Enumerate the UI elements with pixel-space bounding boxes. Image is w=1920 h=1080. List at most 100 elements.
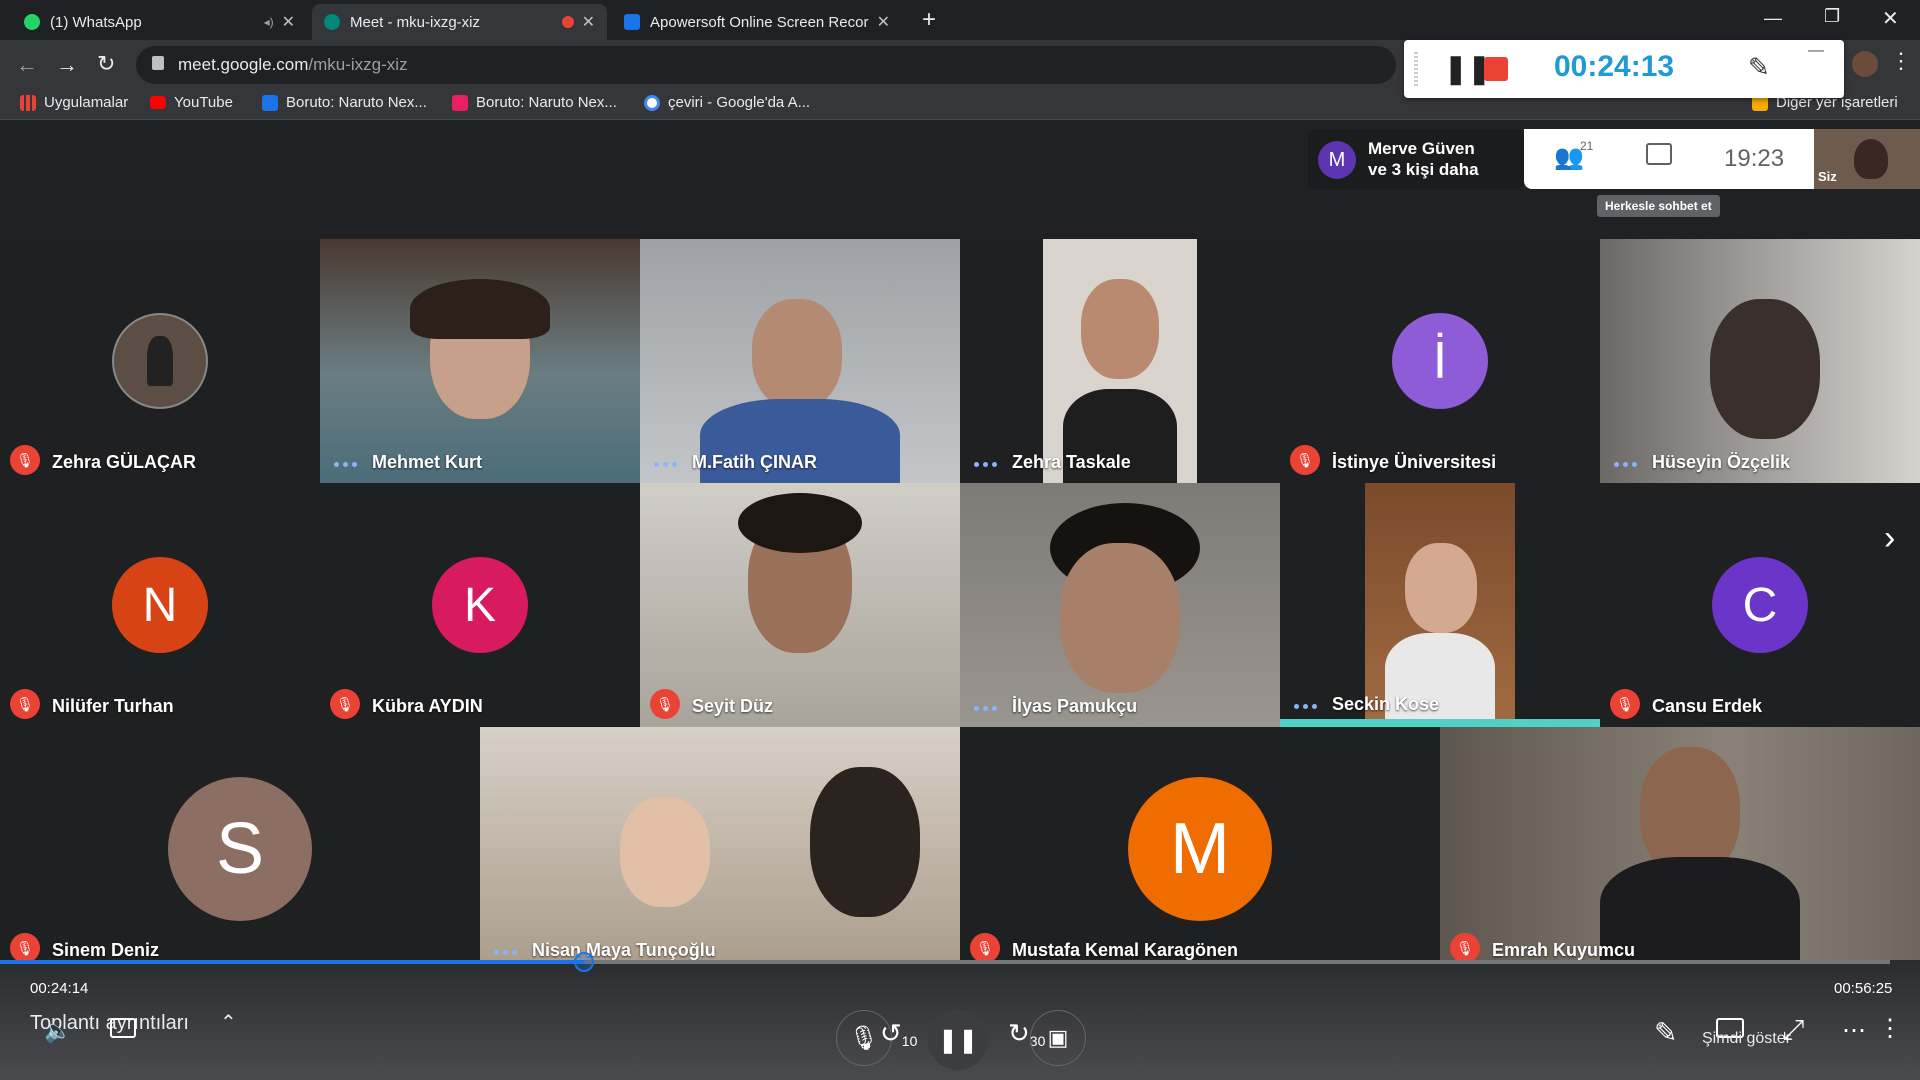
presenter-name: Merve Güven — [1368, 139, 1475, 158]
close-icon[interactable]: ✕ — [877, 12, 890, 32]
participant-tile[interactable]: N 🎙 Nilüfer Turhan — [0, 483, 320, 727]
minimize-recorder-icon[interactable]: — — [1808, 42, 1824, 60]
bookmark-boruto-1[interactable]: Boruto: Naruto Nex... — [262, 94, 427, 111]
participant-tile[interactable]: İ 🎙 İstinye Üniversitesi — [1280, 239, 1600, 483]
audio-dots-icon — [334, 462, 357, 467]
video-person — [1405, 543, 1477, 633]
participant-name: Cansu Erdek — [1652, 696, 1763, 716]
participant-tile[interactable]: Seckin Kose — [1280, 483, 1600, 727]
participant-tile[interactable]: Mehmet Kurt — [320, 239, 640, 483]
participant-tile[interactable]: S 🎙 Sinem Deniz — [0, 727, 480, 971]
initial-avatar: İ — [1392, 313, 1488, 409]
forward-icon[interactable]: → — [56, 52, 78, 78]
tab-meet[interactable]: Meet - mku-ixzg-xiz ✕ — [312, 4, 607, 40]
pen-icon[interactable]: ✎ — [1748, 52, 1770, 83]
audio-dots-icon — [1614, 462, 1637, 467]
reload-icon[interactable]: ↻ — [97, 51, 115, 77]
next-page-chevron-icon[interactable]: › — [1884, 519, 1895, 558]
self-view[interactable]: Siz — [1814, 129, 1920, 189]
participant-tile[interactable]: 🎙 Zehra GÜLAÇAR — [0, 239, 320, 483]
participant-tile[interactable]: M.Fatih ÇINAR — [640, 239, 960, 483]
profile-avatar[interactable] — [1852, 51, 1878, 77]
mic-off-icon: 🎙 — [10, 933, 40, 963]
apps-grid-icon — [20, 94, 36, 111]
bookmark-youtube[interactable]: YouTube — [150, 94, 233, 111]
whatsapp-icon — [24, 14, 40, 30]
self-label: Siz — [1818, 169, 1837, 184]
mic-off-icon: 🎙 — [10, 689, 40, 719]
address-domain: meet.google.com — [178, 55, 309, 74]
participant-name: Sinem Deniz — [52, 940, 160, 960]
tab-apowersoft[interactable]: Apowersoft Online Screen Recor ✕ — [612, 4, 902, 40]
video-person — [1060, 543, 1180, 693]
tab-whatsapp[interactable]: (1) WhatsApp ◂) ✕ — [12, 4, 307, 40]
overflow-menu-icon[interactable]: ⋮ — [1878, 1014, 1902, 1043]
close-icon[interactable]: ✕ — [282, 12, 295, 32]
meet-icon — [324, 14, 340, 30]
pause-button[interactable]: ❚❚ — [928, 1010, 988, 1070]
fullscreen-icon[interactable]: ⤢ — [1782, 1014, 1804, 1047]
new-tab-icon[interactable]: + — [922, 6, 936, 34]
more-options-icon[interactable]: ⋯ — [1842, 1016, 1866, 1045]
browser-menu-icon[interactable]: ⋮ — [1890, 48, 1912, 74]
video-person — [1710, 299, 1820, 439]
participant-tile[interactable]: 🎙 Seyit Düz — [640, 483, 960, 727]
participant-tile[interactable]: K 🎙 Kübra AYDIN — [320, 483, 640, 727]
minimize-window-icon[interactable]: — — [1764, 8, 1782, 29]
participant-name: Emrah Kuyumcu — [1492, 940, 1636, 960]
back-icon[interactable]: ← — [16, 52, 38, 78]
drag-handle-icon[interactable] — [1414, 52, 1418, 86]
pencil-icon[interactable]: ✎ — [1654, 1016, 1677, 1049]
bookmark-ceviri[interactable]: çeviri - Google'da A... — [644, 94, 810, 111]
shield-icon — [262, 94, 278, 111]
mic-off-icon: 🎙 — [1450, 933, 1480, 963]
present-now-label[interactable]: Şimdi göster — [1702, 1030, 1791, 1048]
participant-tile[interactable]: Nisan Maya Tunçoğlu — [480, 727, 960, 971]
initial-avatar: K — [432, 557, 528, 653]
participant-name: Hüseyin Özçelik — [1652, 452, 1791, 472]
participant-name: Zehra GÜLAÇAR — [52, 452, 197, 472]
recording-timer: 00:24:13 — [1554, 50, 1675, 83]
stop-recording-icon[interactable] — [1484, 57, 1508, 81]
mic-off-icon: 🎙 — [1610, 689, 1640, 719]
video-person-2 — [810, 767, 920, 917]
mic-off-icon: 🎙 — [10, 445, 40, 475]
video-frame — [1043, 239, 1197, 483]
tab-title: Meet - mku-ixzg-xiz — [350, 13, 481, 31]
participant-tile[interactable]: M 🎙 Mustafa Kemal Karagönen — [960, 727, 1440, 971]
recording-dot-icon — [561, 16, 574, 28]
chat-tooltip: Herkesle sohbet et — [1597, 195, 1720, 217]
restore-window-icon[interactable]: ❐ — [1824, 6, 1840, 27]
youtube-icon — [150, 96, 166, 109]
participant-tile[interactable]: Hüseyin Özçelik — [1600, 239, 1920, 483]
participant-tile[interactable]: C 🎙 Cansu Erdek › — [1600, 483, 1920, 727]
skip-back-icon[interactable]: ↺ 10 — [880, 1018, 917, 1049]
chevron-up-icon[interactable]: ⌃ — [220, 1010, 237, 1035]
bookmark-apps[interactable]: Uygulamalar — [20, 94, 128, 111]
participant-tile[interactable]: 🎙 Emrah Kuyumcu — [1440, 727, 1920, 971]
participant-name: Nisan Maya Tunçoğlu — [532, 940, 716, 960]
presenter-chip[interactable]: M Merve Güven ve 3 kişi daha — [1308, 129, 1524, 189]
participant-name: İstinye Üniversitesi — [1332, 452, 1497, 472]
seek-handle[interactable] — [574, 952, 594, 972]
active-speaker-bar — [1280, 719, 1600, 727]
chat-icon[interactable] — [1646, 143, 1672, 165]
bookmark-label: Boruto: Naruto Nex... — [286, 94, 427, 111]
bookmark-boruto-2[interactable]: Boruto: Naruto Nex... — [452, 94, 617, 111]
initial-avatar: S — [168, 777, 312, 921]
speaker-icon: ◂) — [263, 15, 274, 29]
camera-button[interactable]: ▣ — [1030, 1010, 1086, 1066]
captions-icon[interactable] — [110, 1018, 136, 1038]
seek-track[interactable] — [0, 960, 1890, 964]
address-bar[interactable]: meet.google.com/mku-ixzg-xiz — [136, 46, 1396, 84]
volume-icon[interactable]: 🔈 — [44, 1018, 71, 1044]
participant-tile[interactable]: İlyas Pamukçu — [960, 483, 1280, 727]
close-window-icon[interactable]: ✕ — [1882, 6, 1899, 31]
close-icon[interactable]: ✕ — [582, 12, 595, 32]
audio-dots-icon — [494, 950, 517, 955]
mic-off-icon: 🎙 — [1290, 445, 1320, 475]
video-player-controls: 00:24:14 00:56:25 Toplantı ayrıntıları ⌃… — [0, 952, 1920, 1080]
participant-tile[interactable]: Zehra Taskale — [960, 239, 1280, 483]
mic-off-icon: 🎙 — [970, 933, 1000, 963]
presenter-others: ve 3 kişi daha — [1368, 160, 1479, 179]
